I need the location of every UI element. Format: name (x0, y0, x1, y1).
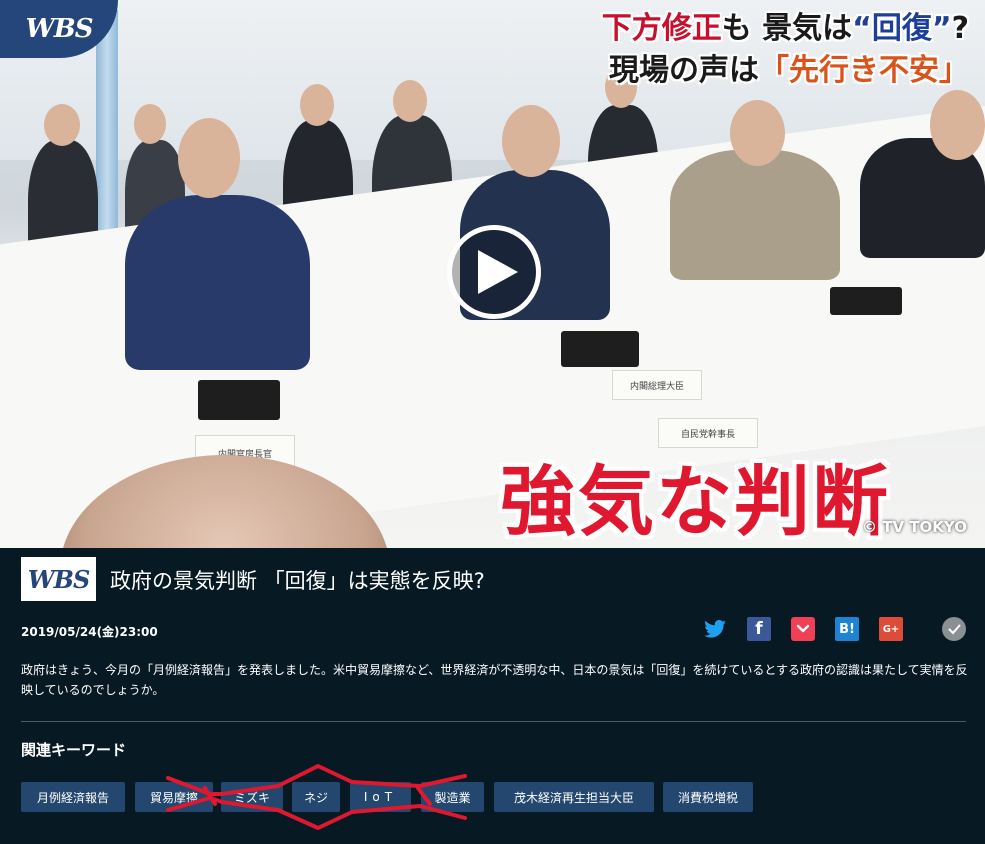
section-divider (21, 721, 966, 722)
article-description: 政府はきょう、今月の「月例経済報告」を発表しました。米中貿易摩擦など、世界経済が… (21, 663, 968, 697)
scene-person-head (502, 105, 560, 177)
check-icon (948, 624, 960, 634)
video-logo-text: WBS (25, 14, 94, 44)
keyword-tag[interactable]: 貿易摩擦 (135, 782, 213, 812)
pocket-icon (796, 624, 810, 633)
keyword-tag[interactable]: ネジ (292, 782, 340, 812)
scene-person-head (300, 84, 334, 126)
keyword-tag[interactable]: 消費税増税 (663, 782, 753, 812)
video-player[interactable]: 内閣官房長官 内閣総理大臣 自民党幹事長 WBS 下方修正も 景気は“回復”? … (0, 0, 985, 548)
keyword-tag[interactable]: 茂木経済再生担当大臣 (494, 782, 654, 812)
article-info: WBS 政府の景気判断 「回復」は実態を反映? 2019/05/24(金)23:… (0, 548, 985, 844)
video-scene-pole (96, 10, 118, 260)
article-wbs-logo: WBS (21, 557, 96, 601)
caption-line-2: 現場の声は「先行き不安」 (602, 50, 969, 92)
keywords-heading: 関連キーワード (21, 741, 127, 759)
play-icon (478, 250, 518, 294)
play-button[interactable] (447, 225, 541, 319)
scene-microphone (830, 287, 902, 315)
share-twitter-button[interactable] (703, 617, 727, 641)
scene-nameplate: 内閣総理大臣 (612, 370, 702, 400)
caption-red-text: 下方修正 (601, 11, 722, 46)
scene-person-head (730, 100, 785, 166)
keyword-tag[interactable]: ミズキ (221, 782, 283, 812)
scene-person-head (44, 104, 80, 146)
caption-mid-text: も 景気は (721, 11, 853, 46)
caption-orange-text: 「先行き不安」 (759, 53, 969, 88)
scene-person-front (125, 195, 310, 370)
scene-person-front (670, 150, 840, 280)
caption-line-1: 下方修正も 景気は“回復”? (602, 8, 969, 50)
video-caption: 下方修正も 景気は“回復”? 現場の声は「先行き不安」 (602, 8, 969, 92)
caption-blue-text: “回復” (852, 11, 952, 46)
caption-end-text: ? (951, 11, 969, 46)
scene-microphone (198, 380, 280, 420)
scene-microphone (561, 331, 639, 367)
share-hatena-button[interactable]: B! (835, 617, 859, 641)
video-copyright: © TV TOKYO (862, 518, 967, 536)
scene-person-head (930, 90, 985, 160)
video-big-caption: 強気な判断 (500, 457, 890, 546)
scene-person-head (393, 80, 427, 122)
article-title: 政府の景気判断 「回復」は実態を反映? (110, 569, 485, 593)
twitter-icon (704, 620, 726, 638)
check-button[interactable] (942, 617, 966, 641)
share-google-plus-button[interactable]: G+ (879, 617, 903, 641)
keyword-tag[interactable]: 製造業 (421, 782, 484, 812)
keyword-tag[interactable]: IoT (350, 782, 411, 812)
share-pocket-button[interactable] (791, 617, 815, 641)
article-logo-text: WBS (27, 564, 91, 594)
article-date: 2019/05/24(金)23:00 (21, 625, 158, 639)
keyword-tag[interactable]: 月例経済報告 (21, 782, 125, 812)
share-facebook-button[interactable]: f (747, 617, 771, 641)
scene-person-head (178, 118, 240, 198)
caption-black-text: 現場の声は (609, 53, 759, 88)
scene-person-head (134, 104, 166, 144)
